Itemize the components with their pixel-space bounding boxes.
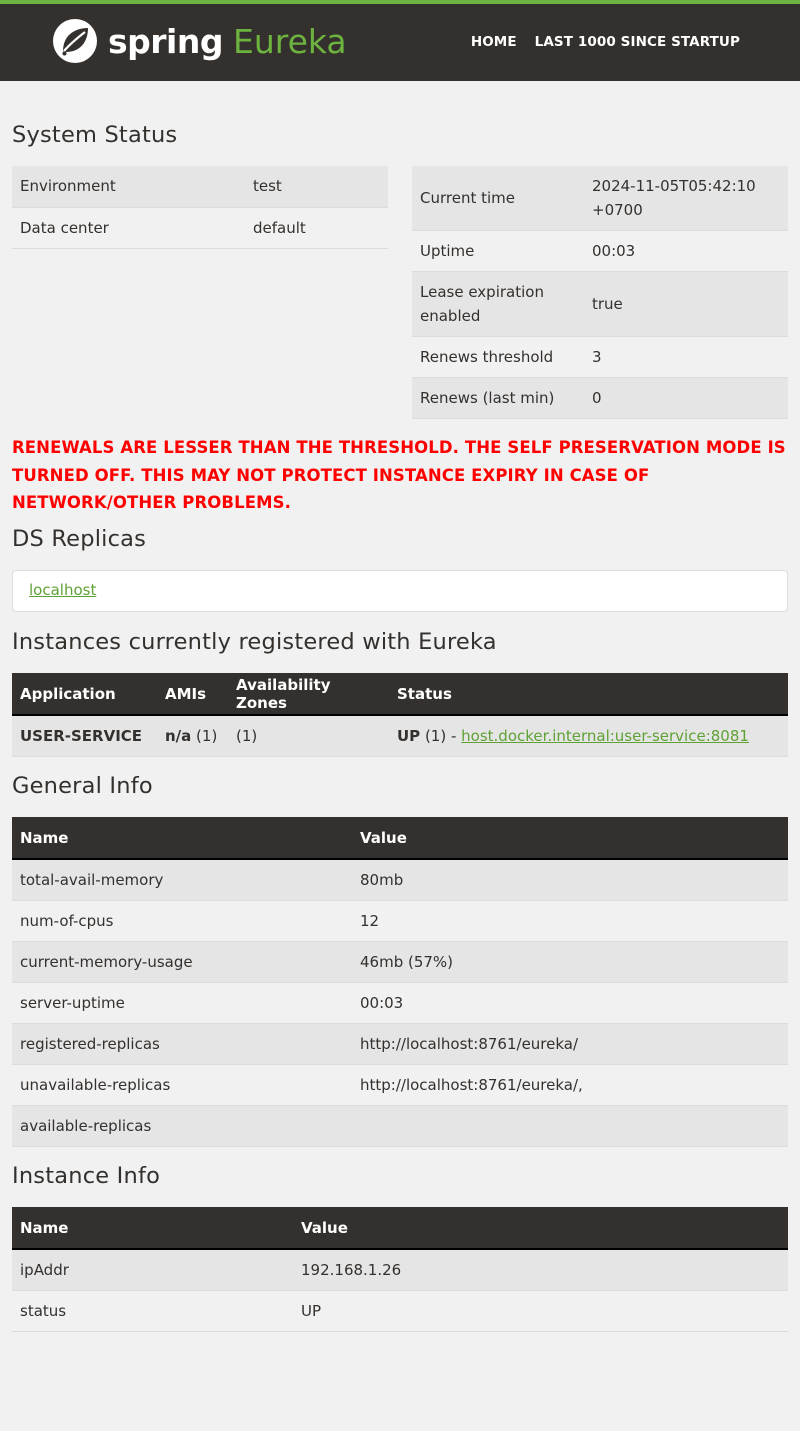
- column-header: Application: [20, 684, 116, 703]
- table-row: available-replicas: [12, 1105, 788, 1146]
- status-value: 00:03: [592, 241, 636, 260]
- column-header: Value: [360, 828, 407, 847]
- replica-link[interactable]: localhost: [29, 581, 96, 599]
- column-header: Availability Zones: [236, 675, 331, 712]
- status-key: Data center: [20, 218, 109, 237]
- info-name: num-of-cpus: [20, 911, 114, 930]
- table-row: Uptime 00:03: [412, 230, 788, 271]
- system-status-title: System Status: [12, 122, 178, 148]
- info-name: server-uptime: [20, 993, 125, 1012]
- status-value: 0: [592, 388, 602, 407]
- instance-link[interactable]: host.docker.internal:user-service:8081: [461, 727, 749, 745]
- table-row: Current time 2024-11-05T05:42:10 +0700: [412, 166, 788, 230]
- table-header-row: Name Value: [12, 817, 788, 859]
- general-info-title: General Info: [12, 773, 153, 799]
- system-status-right-table: Current time 2024-11-05T05:42:10 +0700 U…: [412, 166, 788, 419]
- info-name: current-memory-usage: [20, 952, 193, 971]
- ds-replicas-list: localhost: [12, 570, 788, 612]
- self-preservation-warning: RENEWALS ARE LESSER THAN THE THRESHOLD. …: [12, 438, 786, 512]
- info-value: UP: [301, 1301, 322, 1320]
- nav-last-1000-link[interactable]: LAST 1000 SINCE STARTUP: [535, 34, 740, 50]
- instance-info-title: Instance Info: [12, 1163, 161, 1189]
- table-row: total-avail-memory 80mb: [12, 859, 788, 900]
- column-header: Name: [20, 828, 69, 847]
- status-key: Lease expiration enabled: [420, 282, 544, 325]
- application-name: USER-SERVICE: [20, 726, 143, 745]
- table-row: status UP: [12, 1290, 788, 1331]
- amis-cell: n/a (1): [157, 715, 228, 756]
- logo-eureka-text: Eureka: [232, 21, 347, 61]
- table-row: Environment test: [12, 166, 388, 207]
- status-key: Current time: [420, 188, 515, 207]
- status-value: default: [253, 218, 306, 237]
- top-navbar: spring Eureka HOME LAST 1000 SINCE START…: [0, 0, 800, 81]
- info-value: 192.168.1.26: [301, 1260, 402, 1279]
- info-name: status: [20, 1301, 67, 1320]
- info-value: 12: [360, 911, 380, 930]
- status-key: Renews threshold: [420, 347, 554, 366]
- info-value: http://localhost:8761/eureka/: [360, 1034, 579, 1053]
- column-header: Name: [20, 1218, 69, 1237]
- table-row: USER-SERVICE n/a (1) (1) UP (1) - host.d…: [12, 715, 788, 756]
- status-value: 3: [592, 347, 602, 366]
- table-row: num-of-cpus 12: [12, 900, 788, 941]
- table-header-row: Application AMIs Availability Zones Stat…: [12, 673, 788, 715]
- info-name: total-avail-memory: [20, 870, 164, 889]
- amis-value: n/a: [165, 726, 192, 745]
- nav-home-link[interactable]: HOME: [471, 34, 517, 50]
- table-row: Data center default: [12, 207, 388, 248]
- status-value: true: [592, 294, 623, 313]
- info-name: ipAddr: [20, 1260, 69, 1279]
- column-header: Value: [301, 1218, 348, 1237]
- amis-count: (1): [191, 726, 218, 745]
- spring-eureka-logo[interactable]: spring Eureka: [52, 18, 347, 64]
- main-nav: HOME LAST 1000 SINCE STARTUP: [471, 34, 740, 50]
- general-info-table: Name Value total-avail-memory 80mb num-o…: [12, 817, 788, 1147]
- table-row: registered-replicas http://localhost:876…: [12, 1023, 788, 1064]
- info-name: available-replicas: [20, 1116, 152, 1135]
- table-row: current-memory-usage 46mb (57%): [12, 941, 788, 982]
- table-header-row: Name Value: [12, 1207, 788, 1249]
- info-value: 80mb: [360, 870, 404, 889]
- system-status-left-table: Environment test Data center default: [12, 166, 388, 249]
- table-row: Renews (last min) 0: [412, 377, 788, 418]
- logo-spring-text: spring: [108, 21, 223, 61]
- status-cell: UP (1) - host.docker.internal:user-servi…: [389, 715, 788, 756]
- instance-info-table: Name Value ipAddr 192.168.1.26 status UP: [12, 1207, 788, 1332]
- table-row: Renews threshold 3: [412, 336, 788, 377]
- table-row: Lease expiration enabled true: [412, 271, 788, 336]
- info-value: http://localhost:8761/eureka/,: [360, 1075, 583, 1094]
- info-value: 00:03: [360, 993, 404, 1012]
- status-value: test: [253, 177, 282, 196]
- status-value: 2024-11-05T05:42:10 +0700: [592, 176, 756, 219]
- table-row: unavailable-replicas http://localhost:87…: [12, 1064, 788, 1105]
- info-value: [352, 1105, 788, 1146]
- column-header: Status: [397, 684, 452, 703]
- zones-cell: (1): [236, 726, 258, 745]
- status-key: Renews (last min): [420, 388, 555, 407]
- info-name: unavailable-replicas: [20, 1075, 171, 1094]
- info-name: registered-replicas: [20, 1034, 160, 1053]
- status-value: UP: [397, 726, 421, 745]
- instances-table: Application AMIs Availability Zones Stat…: [12, 673, 788, 757]
- spring-leaf-icon: [53, 19, 97, 63]
- status-key: Uptime: [420, 241, 475, 260]
- column-header: AMIs: [165, 684, 207, 703]
- status-count: (1) -: [420, 726, 462, 745]
- info-value: 46mb (57%): [360, 952, 454, 971]
- table-row: server-uptime 00:03: [12, 982, 788, 1023]
- table-row: ipAddr 192.168.1.26: [12, 1249, 788, 1290]
- ds-replicas-title: DS Replicas: [12, 526, 147, 552]
- status-key: Environment: [20, 177, 116, 196]
- instances-title: Instances currently registered with Eure…: [12, 629, 497, 655]
